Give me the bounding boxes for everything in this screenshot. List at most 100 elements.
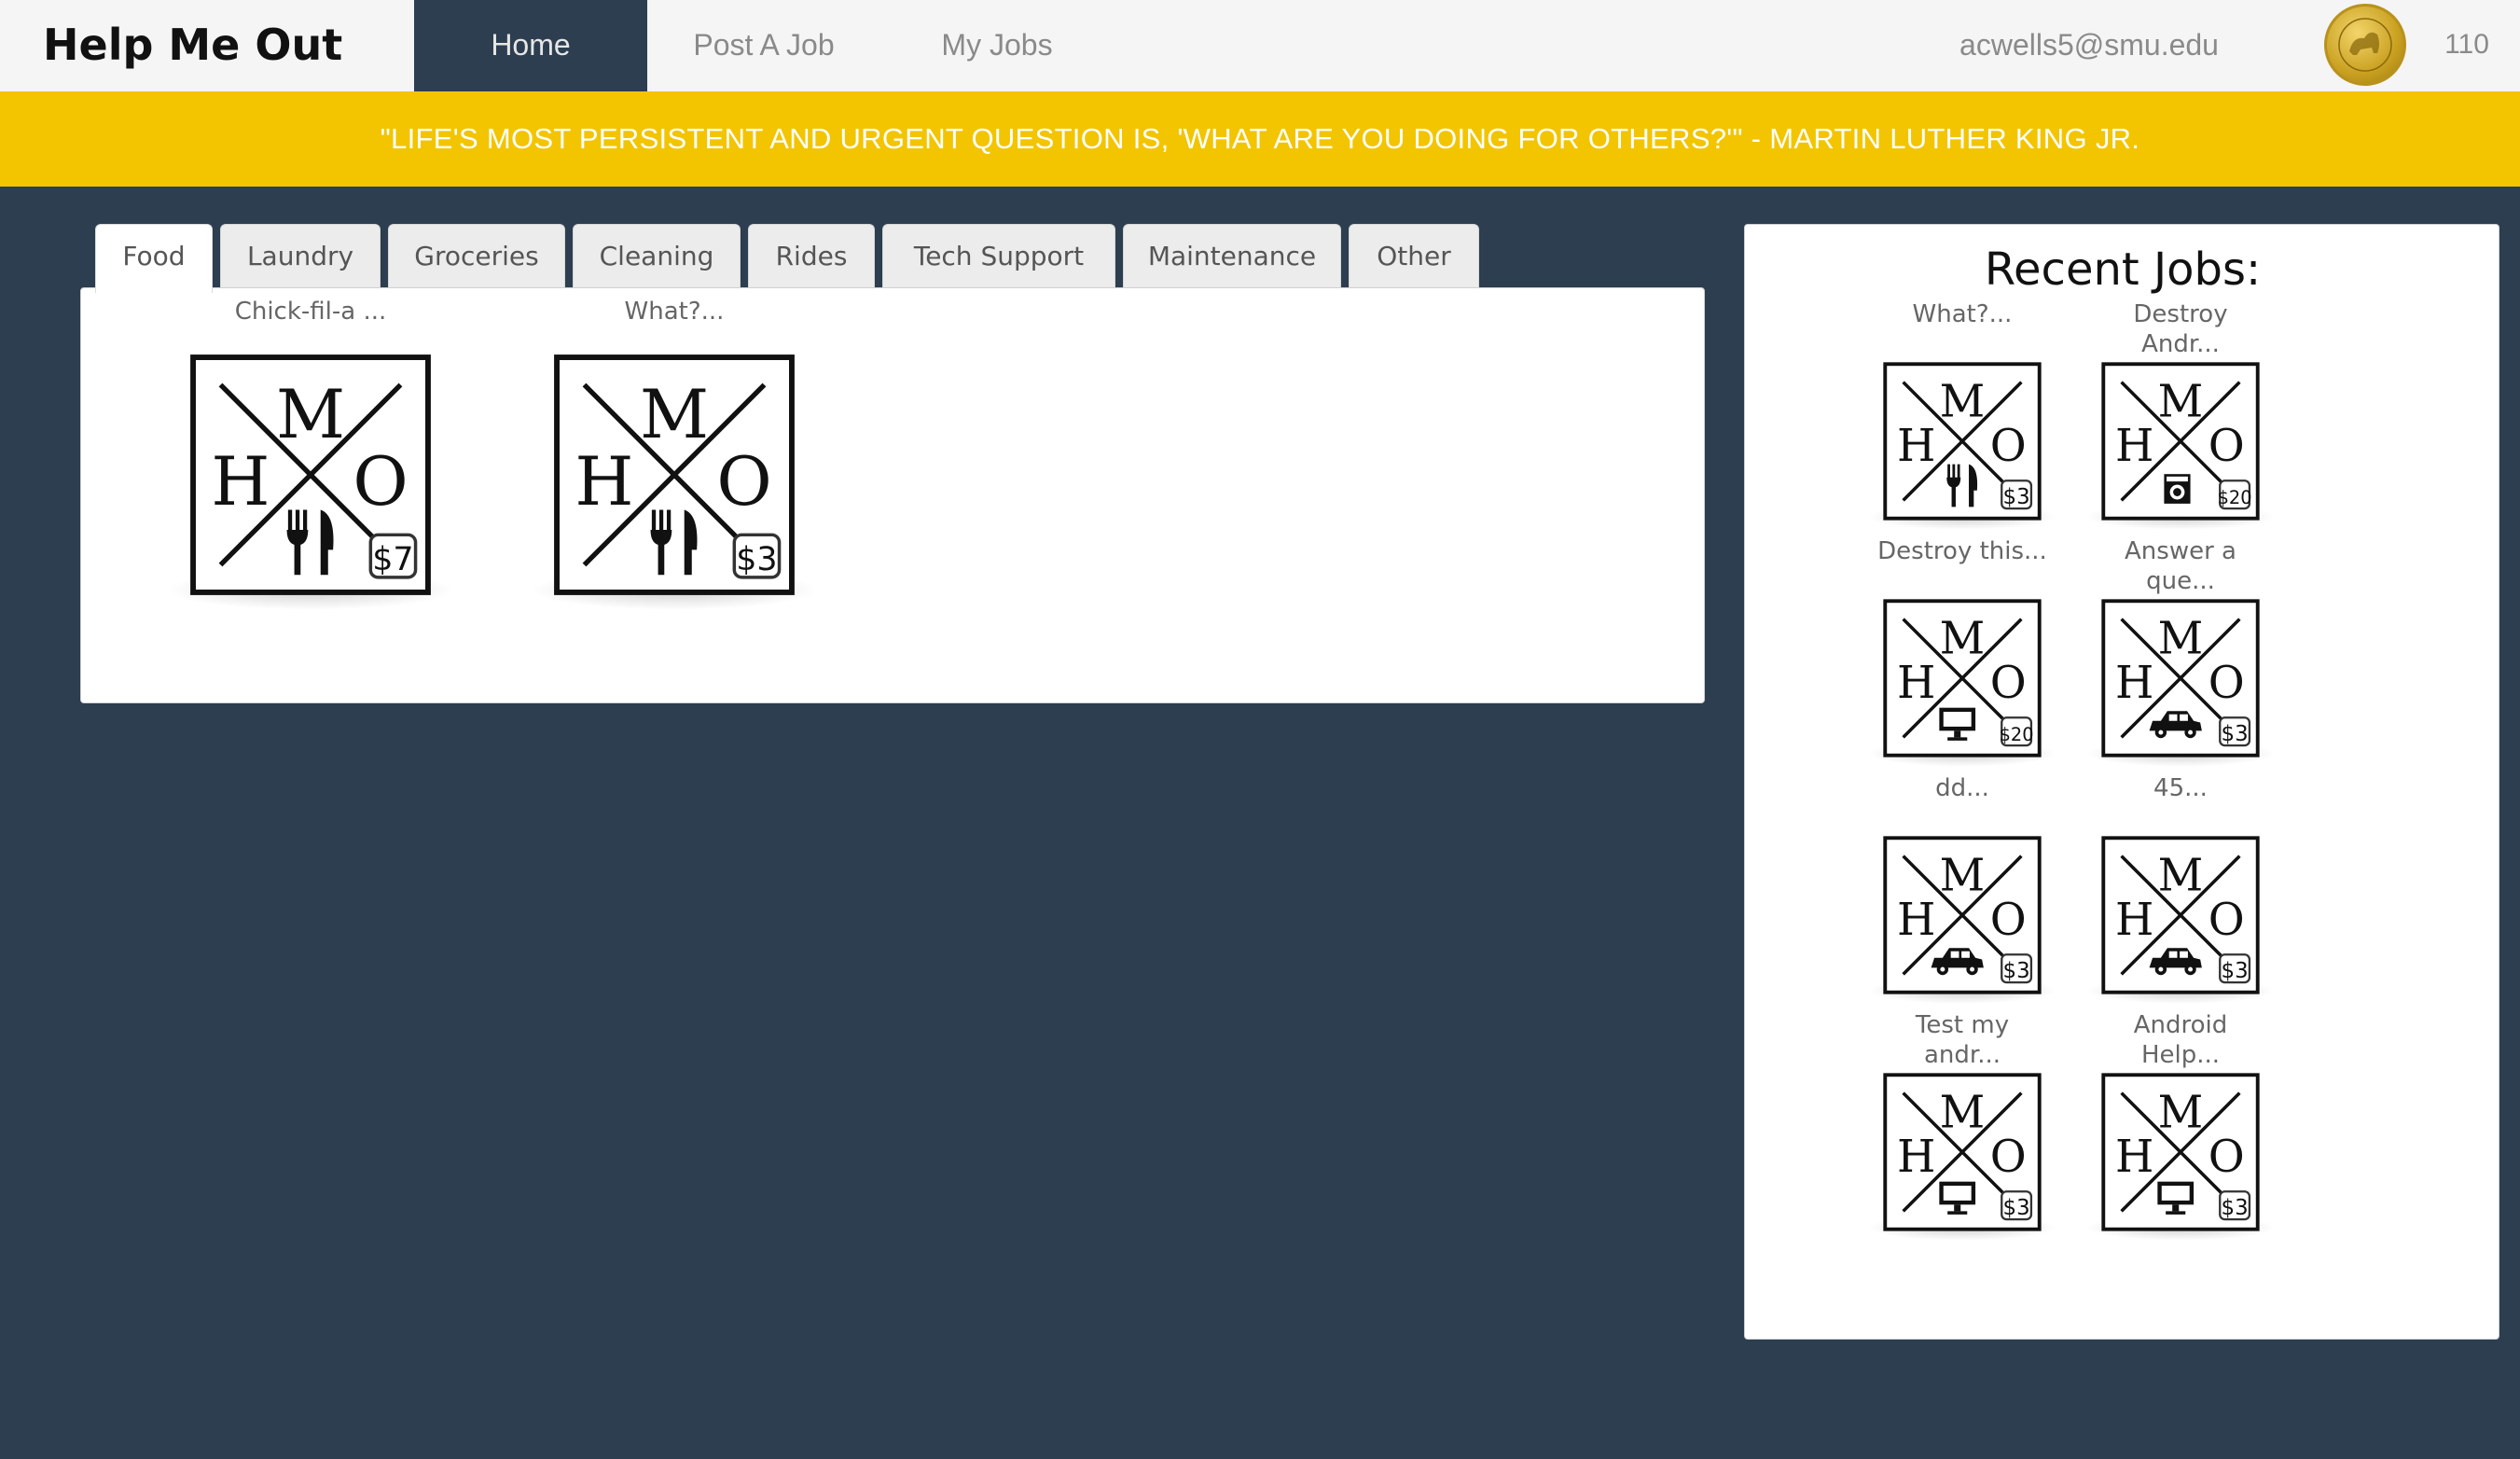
recent-job-card[interactable]: dd... M H O $3 — [1866, 773, 2058, 1005]
svg-text:M: M — [2158, 377, 2204, 428]
recent-job-card[interactable]: Answer a que... M H O $3 — [2084, 536, 2277, 768]
hmo-logo-icon: MH O $3 — [2101, 836, 2260, 994]
recent-jobs-title: Recent Jobs: — [1984, 243, 2262, 296]
recent-job-card[interactable]: What?... M H O $3 — [1866, 299, 2058, 531]
price-badge: $3 — [2222, 959, 2249, 983]
tab-cleaning[interactable]: Cleaning — [573, 224, 741, 289]
gold-coin-avatar-icon[interactable] — [2324, 4, 2406, 86]
recent-job-title[interactable]: Android Help... — [2087, 1010, 2274, 1070]
job-list-panel: Chick-fil-a ... M H O $7 What?... M H O $3 — [80, 287, 1705, 703]
hmo-logo-icon: MH O $3 — [2101, 1073, 2260, 1231]
tab-maintenance[interactable]: Maintenance — [1123, 224, 1341, 289]
hmo-logo-icon: MH O $3 — [1883, 1073, 2042, 1231]
job-logo[interactable]: M H O $3 — [1866, 833, 2058, 1016]
recent-job-title[interactable]: What?... — [1869, 299, 2056, 329]
price-badge: $3 — [2003, 959, 2030, 983]
svg-text:H: H — [1897, 1132, 1935, 1183]
svg-text:H: H — [2115, 658, 2153, 709]
svg-text:M: M — [276, 376, 345, 454]
job-card[interactable]: Chick-fil-a ... M H O $7 — [161, 298, 460, 652]
job-card[interactable]: What?... M H O $3 — [525, 298, 824, 652]
recent-job-card[interactable]: 45... M H O $3 — [2084, 773, 2277, 1005]
svg-text:O: O — [2208, 658, 2245, 709]
recent-job-title[interactable]: Test my andr... — [1869, 1010, 2056, 1070]
job-title[interactable]: Chick-fil-a ... — [161, 298, 460, 326]
price-badge: $3 — [2003, 485, 2030, 509]
tab-groceries[interactable]: Groceries — [388, 224, 565, 289]
svg-text:H: H — [1897, 658, 1935, 709]
quote-text: "LIFE'S MOST PERSISTENT AND URGENT QUEST… — [380, 122, 2140, 155]
price-badge: $20 — [2218, 487, 2252, 508]
price-badge: $20 — [2000, 724, 2034, 745]
svg-text:O: O — [716, 443, 771, 521]
svg-text:O: O — [2208, 421, 2245, 472]
svg-text:H: H — [2115, 421, 2153, 472]
job-logo[interactable]: M H O $3 — [2084, 833, 2277, 1016]
svg-text:H: H — [2115, 895, 2153, 946]
tab-other[interactable]: Other — [1349, 224, 1479, 289]
quote-banner: "LIFE'S MOST PERSISTENT AND URGENT QUEST… — [0, 91, 2520, 187]
svg-text:M: M — [2158, 1088, 2204, 1139]
recent-job-card[interactable]: Destroy this... M H O $20 — [1866, 536, 2058, 768]
recent-job-card[interactable]: Destroy Andr... M H O $20 — [2084, 299, 2277, 531]
job-logo[interactable]: M H O $3 — [2084, 1070, 2277, 1253]
recent-job-title[interactable]: dd... — [1869, 773, 2056, 803]
job-logo[interactable]: M H O $3 — [1866, 1070, 2058, 1253]
svg-text:M: M — [1940, 614, 1986, 665]
price-badge: $3 — [736, 541, 777, 578]
svg-text:H: H — [211, 443, 270, 521]
job-logo[interactable]: M H O $3 — [1866, 359, 2058, 542]
hmo-logo-icon: MH O $3 — [1883, 362, 2042, 521]
nav-my-jobs[interactable]: My Jobs — [908, 0, 1086, 91]
price-badge: $3 — [2003, 1196, 2030, 1220]
svg-text:O: O — [1990, 658, 2027, 709]
hmo-logo-icon: MH O $20 — [2101, 362, 2260, 521]
svg-text:M: M — [1940, 1088, 1986, 1139]
hmo-logo-icon: MH O $3 — [2101, 599, 2260, 757]
tab-rides[interactable]: Rides — [748, 224, 875, 289]
recent-job-title[interactable]: Destroy this... — [1869, 536, 2056, 566]
hmo-logo-icon: MH O $7 — [190, 354, 431, 595]
svg-text:O: O — [1990, 421, 2027, 472]
tab-tech-support[interactable]: Tech Support — [882, 224, 1115, 289]
svg-text:O: O — [2208, 895, 2245, 946]
nav-home[interactable]: Home — [414, 0, 647, 91]
user-email[interactable]: acwells5@smu.edu — [1921, 0, 2257, 91]
price-badge: $7 — [372, 541, 413, 578]
job-logo[interactable]: M H O $7 — [165, 350, 456, 618]
svg-text:M: M — [2158, 851, 2204, 902]
svg-text:H: H — [2115, 1132, 2153, 1183]
recent-job-title[interactable]: 45... — [2087, 773, 2274, 803]
recent-job-title[interactable]: Destroy Andr... — [2087, 299, 2274, 359]
price-badge: $3 — [2222, 722, 2249, 746]
job-logo[interactable]: M H O $20 — [2084, 359, 2277, 542]
job-title[interactable]: What?... — [525, 298, 824, 326]
svg-text:O: O — [353, 443, 408, 521]
svg-text:H: H — [1897, 895, 1935, 946]
navbar: Help Me Out Home Post A Job My Jobs acwe… — [0, 0, 2520, 91]
price-badge: $3 — [2222, 1196, 2249, 1220]
svg-text:M: M — [1940, 851, 1986, 902]
tab-laundry[interactable]: Laundry — [220, 224, 381, 289]
svg-text:M: M — [1940, 377, 1986, 428]
svg-text:M: M — [2158, 614, 2204, 665]
points-count: 110 — [2444, 29, 2489, 60]
brand-logo-text[interactable]: Help Me Out — [43, 0, 342, 91]
svg-text:O: O — [2208, 1132, 2245, 1183]
svg-text:M: M — [640, 376, 709, 454]
svg-text:H: H — [1897, 421, 1935, 472]
hmo-logo-icon: MH O $3 — [554, 354, 795, 595]
svg-text:O: O — [1990, 1132, 2027, 1183]
job-logo[interactable]: M H O $3 — [2084, 596, 2277, 779]
recent-job-title[interactable]: Answer a que... — [2087, 536, 2274, 596]
svg-text:H: H — [575, 443, 633, 521]
recent-job-card[interactable]: Test my andr... M H O $3 — [1866, 1010, 2058, 1242]
hmo-logo-icon: MH O $3 — [1883, 836, 2042, 994]
recent-job-card[interactable]: Android Help... M H O $3 — [2084, 1010, 2277, 1242]
job-logo[interactable]: M H O $3 — [529, 350, 820, 618]
job-logo[interactable]: M H O $20 — [1866, 596, 2058, 779]
nav-post-a-job[interactable]: Post A Job — [666, 0, 862, 91]
recent-jobs-panel: Recent Jobs: What?... M H O $3 Destroy Andr...… — [1744, 224, 2499, 1340]
hmo-logo-icon: MH O $20 — [1883, 599, 2042, 757]
tab-food[interactable]: Food — [95, 224, 213, 293]
